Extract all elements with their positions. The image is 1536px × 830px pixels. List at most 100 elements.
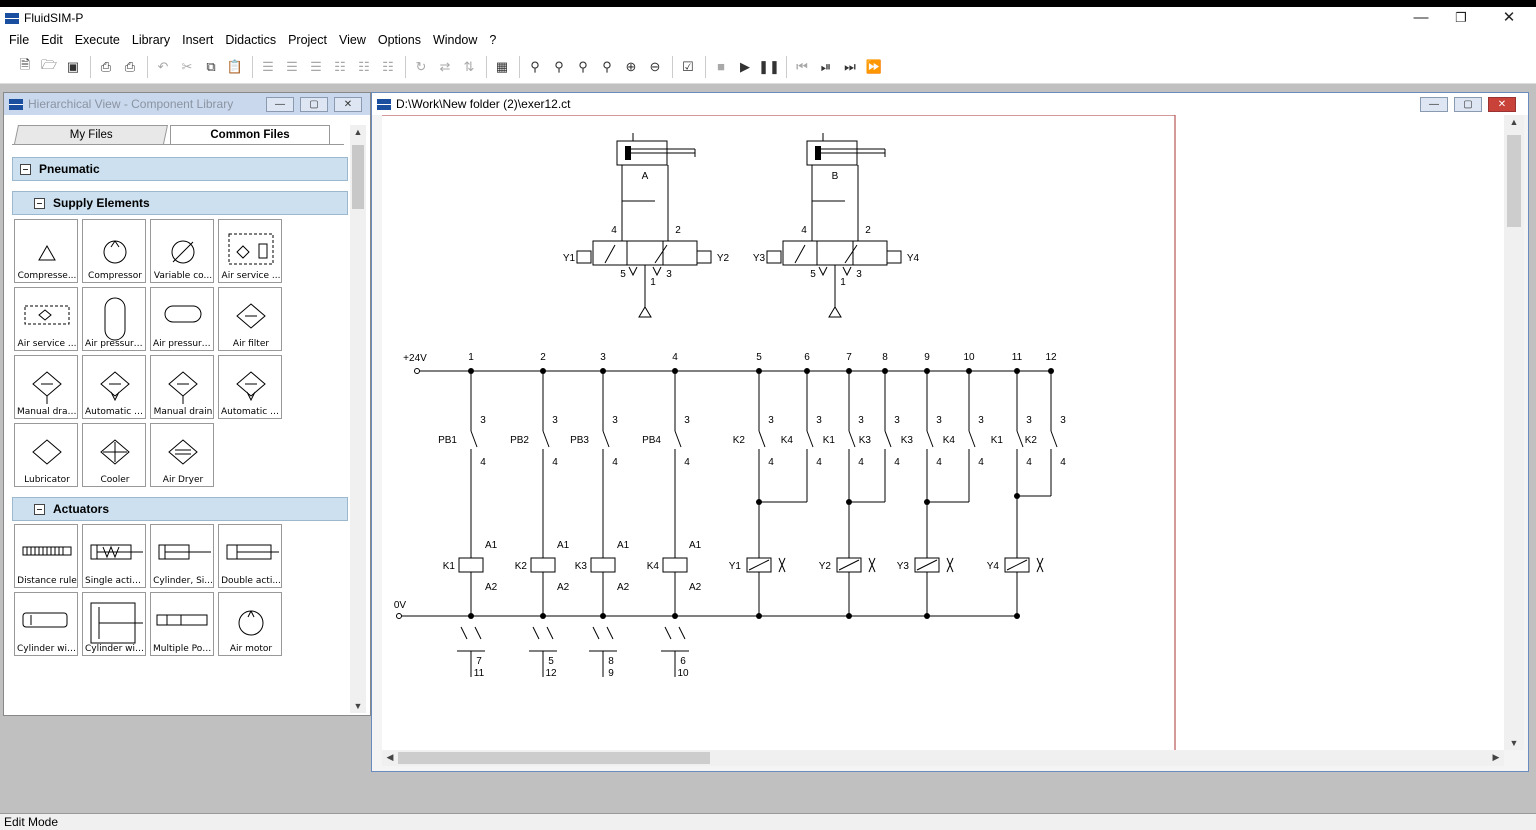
print-icon[interactable]: ⎙	[119, 56, 141, 78]
library-item[interactable]: Compresse...	[14, 219, 78, 283]
zoom-all-icon[interactable]: ⚲	[548, 56, 570, 78]
library-item[interactable]: Air Dryer	[150, 423, 214, 487]
scroll-up-arrow-icon[interactable]: ▲	[1506, 117, 1522, 127]
group-pneumatic[interactable]: Pneumatic	[12, 157, 348, 181]
menu-edit[interactable]: Edit	[35, 33, 69, 47]
rotate-icon[interactable]: ↻	[410, 56, 432, 78]
library-item[interactable]: Double acti...	[218, 524, 282, 588]
horizontal-scroll-thumb[interactable]	[398, 752, 710, 764]
undo-icon[interactable]: ↶	[152, 56, 174, 78]
library-item[interactable]: Compressor	[82, 219, 146, 283]
step-forward-icon[interactable]: ⏭	[839, 56, 861, 78]
vertical-scroll-thumb[interactable]	[1507, 135, 1521, 227]
tab-common-files[interactable]: Common Files	[170, 125, 330, 144]
document-minimize-button[interactable]: —	[1420, 97, 1448, 112]
horizontal-scrollbar[interactable]: ◀ ▶	[382, 750, 1504, 766]
align-right-icon[interactable]: ☰	[305, 56, 327, 78]
group-supply-elements[interactable]: Supply Elements	[12, 191, 348, 215]
scroll-up-arrow-icon[interactable]: ▲	[350, 127, 366, 137]
grid-icon[interactable]: ▦	[491, 56, 513, 78]
library-maximize-button[interactable]: ▢	[300, 97, 328, 112]
zoom-fit-icon[interactable]: ⚲	[572, 56, 594, 78]
play-icon[interactable]: ▶	[734, 56, 756, 78]
scroll-down-arrow-icon[interactable]: ▼	[1506, 738, 1522, 748]
pause-icon[interactable]: ❚❚	[758, 56, 780, 78]
document-close-button[interactable]: ✕	[1488, 97, 1516, 112]
collapse-icon[interactable]	[20, 163, 31, 175]
check-icon[interactable]: ☑	[677, 56, 699, 78]
menu-window[interactable]: Window	[427, 33, 483, 47]
library-item[interactable]: Air service ...	[14, 287, 78, 351]
library-item[interactable]: Cylinder wit...	[14, 592, 78, 656]
close-button[interactable]: ✕	[1486, 7, 1532, 29]
align-center-icon[interactable]: ☰	[281, 56, 303, 78]
menu-help[interactable]: ?	[483, 33, 502, 47]
library-item[interactable]: Air filter	[218, 287, 282, 351]
menu-insert[interactable]: Insert	[176, 33, 219, 47]
library-scroll-thumb[interactable]	[352, 145, 364, 209]
menu-project[interactable]: Project	[282, 33, 333, 47]
align-middle-icon[interactable]: ☷	[353, 56, 375, 78]
library-item[interactable]: Air service ...	[218, 219, 282, 283]
library-item[interactable]: Manual drai...	[14, 355, 78, 419]
group-actuators[interactable]: Actuators	[12, 497, 348, 521]
rung-number: 6	[804, 352, 810, 363]
stop-icon[interactable]: ■	[710, 56, 732, 78]
library-item[interactable]: Cooler	[82, 423, 146, 487]
step-back-icon[interactable]: ⏯	[815, 56, 837, 78]
zoom-out-icon[interactable]: ⊖	[644, 56, 666, 78]
save-icon[interactable]: ▣	[62, 56, 84, 78]
library-item[interactable]: Automatic d...	[82, 355, 146, 419]
circuit-canvas[interactable]: A 4 2 Y1 Y2 5 3 1 B 4 2 Y3 Y4 5 3 1 +24V 0V 1 2 3 4 5 6 7 8 9 10 11 1…	[382, 115, 1504, 750]
menu-file[interactable]: File	[3, 33, 35, 47]
copy-icon[interactable]: ⧉	[200, 56, 222, 78]
rewind-icon[interactable]: ⏮	[791, 56, 813, 78]
menu-execute[interactable]: Execute	[69, 33, 126, 47]
paste-icon[interactable]: 📋	[224, 56, 246, 78]
zoom-window-icon[interactable]: ⚲	[524, 56, 546, 78]
library-item[interactable]: Cylinder, Si...	[150, 524, 214, 588]
align-bottom-icon[interactable]: ☷	[377, 56, 399, 78]
tab-my-files[interactable]: My Files	[13, 125, 169, 144]
menu-view[interactable]: View	[333, 33, 372, 47]
scroll-right-arrow-icon[interactable]: ▶	[1488, 752, 1504, 763]
library-close-button[interactable]: ✕	[334, 97, 362, 112]
collapse-icon[interactable]	[34, 197, 45, 209]
flip-horizontal-icon[interactable]: ⇄	[434, 56, 456, 78]
zoom-selection-icon[interactable]: ⚲	[596, 56, 618, 78]
menu-didactics[interactable]: Didactics	[219, 33, 282, 47]
align-left-icon[interactable]: ☰	[257, 56, 279, 78]
fast-forward-icon[interactable]: ⏩	[863, 56, 885, 78]
library-minimize-button[interactable]: —	[266, 97, 294, 112]
scroll-left-arrow-icon[interactable]: ◀	[382, 752, 398, 763]
flip-vertical-icon[interactable]: ⇅	[458, 56, 480, 78]
library-item[interactable]: Cylinder wit...	[82, 592, 146, 656]
menu-options[interactable]: Options	[372, 33, 427, 47]
collapse-icon[interactable]	[34, 503, 45, 515]
library-item[interactable]: Single actin...	[82, 524, 146, 588]
library-item[interactable]: Air pressure...	[150, 287, 214, 351]
menu-library[interactable]: Library	[126, 33, 176, 47]
vertical-scrollbar[interactable]: ▲ ▼	[1504, 115, 1524, 750]
library-item[interactable]: Automatic d...	[218, 355, 282, 419]
library-item[interactable]: Multiple Pos...	[150, 592, 214, 656]
library-item-label: Automatic d...	[85, 407, 145, 417]
library-scrollbar[interactable]: ▲ ▼	[350, 125, 366, 713]
library-item[interactable]: Air pressure...	[82, 287, 146, 351]
library-item[interactable]: Variable co...	[150, 219, 214, 283]
library-item[interactable]: Lubricator	[14, 423, 78, 487]
print-preview-icon[interactable]: ⎙	[95, 56, 117, 78]
align-top-icon[interactable]: ☷	[329, 56, 351, 78]
scroll-down-arrow-icon[interactable]: ▼	[350, 701, 366, 711]
cut-icon[interactable]: ✂	[176, 56, 198, 78]
library-item[interactable]: Air motor	[218, 592, 282, 656]
restore-button[interactable]: ❐	[1438, 7, 1484, 29]
library-item[interactable]: Manual drain	[150, 355, 214, 419]
circuit-diagram[interactable]: A4 2Y1 Y25 31B4 2Y3 Y45 31+24V0V1 2 3 4 5 6 7 8 9 10 11 1…	[382, 115, 1504, 750]
library-item[interactable]: Distance rule	[14, 524, 78, 588]
new-file-icon[interactable]: 🗎	[14, 56, 36, 78]
relay-label: K4	[647, 561, 660, 572]
zoom-in-icon[interactable]: ⊕	[620, 56, 642, 78]
open-folder-icon[interactable]: 🗁	[38, 56, 60, 78]
document-maximize-button[interactable]: ▢	[1454, 97, 1482, 112]
